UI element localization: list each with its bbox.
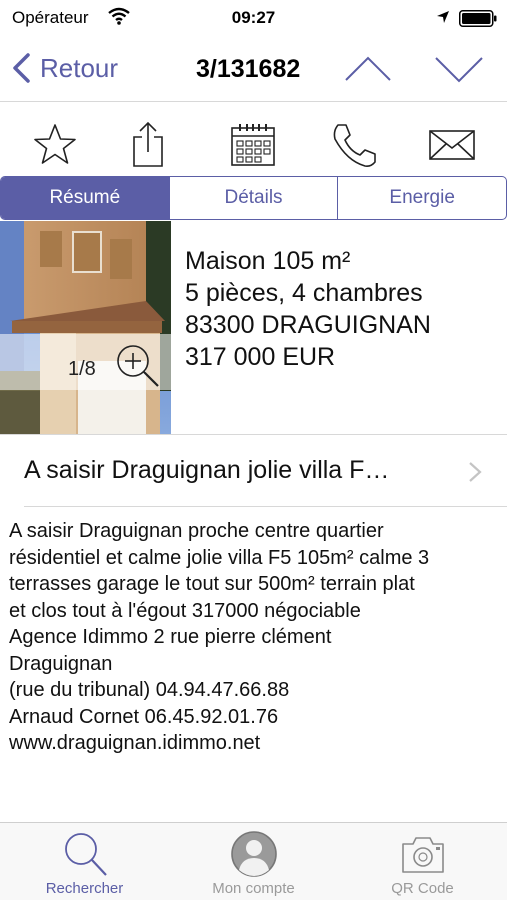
previous-listing-button[interactable] <box>344 52 392 86</box>
tab-energie[interactable]: Energie <box>337 177 506 219</box>
next-listing-button[interactable] <box>434 52 484 86</box>
location: 83300 DRAGUIGNAN <box>185 311 431 339</box>
listing-description: A saisir Draguignan proche centre quarti… <box>9 520 430 754</box>
battery-icon <box>459 10 497 27</box>
tab-label: Mon compte <box>212 880 295 897</box>
tab-label: Rechercher <box>45 880 124 897</box>
listing-position-title: 3/131682 <box>196 55 301 83</box>
rooms: 5 pièces, 4 chambres <box>185 279 423 307</box>
divider <box>0 434 507 435</box>
listing-summary: 1/8 Maison 105 m² 5 pièces, 4 chambres 8… <box>0 221 507 434</box>
phone-icon <box>333 124 376 167</box>
navigation-bar: Retour 3/131682 <box>0 36 507 102</box>
section-segmented-control: Résumé Détails Energie <box>0 176 507 220</box>
divider <box>24 506 507 507</box>
house-photo <box>0 221 171 434</box>
calendar-icon <box>231 124 275 166</box>
call-button[interactable] <box>331 121 379 169</box>
headline-row[interactable]: A saisir Draguignan jolie villa F… <box>0 436 507 506</box>
back-button[interactable]: Retour <box>10 50 118 86</box>
location-arrow-icon <box>437 11 449 23</box>
tab-bar: Rechercher Mon compte QR Code <box>0 822 507 900</box>
status-time: 09:27 <box>231 8 276 27</box>
listing-info: Maison 105 m² 5 pièces, 4 chambres 83300… <box>185 245 431 373</box>
photo-counter: 1/8 <box>68 358 96 380</box>
tab-label: QR Code <box>391 880 454 897</box>
action-bar <box>0 103 507 175</box>
zoom-icon[interactable] <box>114 342 162 390</box>
listing-photo[interactable]: 1/8 <box>0 221 171 434</box>
tab-rechercher[interactable]: Rechercher <box>0 823 169 900</box>
listing-headline: A saisir Draguignan jolie villa F… <box>24 456 390 484</box>
tab-details[interactable]: Détails <box>168 177 338 219</box>
envelope-icon <box>429 130 475 160</box>
calendar-button[interactable] <box>229 121 277 169</box>
chevron-right-icon <box>469 462 482 482</box>
status-bar: Opérateur 09:27 <box>0 0 507 36</box>
back-label: Retour <box>40 52 119 83</box>
star-icon <box>34 124 76 164</box>
tab-mon-compte[interactable]: Mon compte <box>169 823 338 900</box>
tab-resume[interactable]: Résumé <box>1 177 169 219</box>
tab-qr-code[interactable]: QR Code <box>338 823 507 900</box>
share-icon <box>133 121 163 167</box>
favorite-button[interactable] <box>31 121 79 169</box>
camera-icon <box>401 837 444 873</box>
user-icon <box>230 831 277 877</box>
search-icon <box>64 833 107 876</box>
email-button[interactable] <box>428 121 476 169</box>
chevron-left-icon <box>13 53 30 83</box>
type-surface: Maison 105 m² <box>185 247 351 275</box>
share-button[interactable] <box>124 121 172 169</box>
price: 317 000 EUR <box>185 343 336 371</box>
